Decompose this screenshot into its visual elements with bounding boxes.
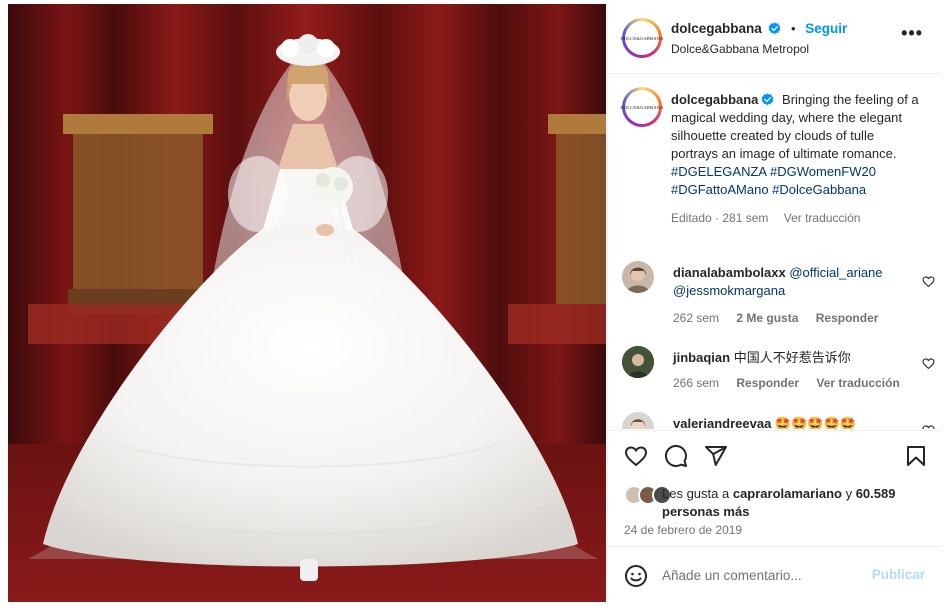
publish-button[interactable]: Publicar [872,567,925,582]
caption-meta: Editado · 281 sem Ver traducción [671,211,861,225]
caption-username[interactable]: dolcegabbana [671,92,758,107]
heart-icon[interactable] [922,424,935,429]
post-side-panel: DOLCE&GABBANA dolcegabbana • Seguir Dolc… [607,4,941,602]
account-avatar[interactable]: DOLCE&GABBANA [620,18,663,58]
share-icon[interactable] [704,444,728,468]
follow-button[interactable]: Seguir [805,21,847,36]
separator-dot: • [791,21,796,36]
likes-conj: y [845,486,853,501]
avatar-logo-text: DOLCE&GABBANA [620,21,663,55]
more-options-icon[interactable]: ••• [901,24,923,42]
emoji-icon[interactable] [624,564,648,588]
comment-username[interactable]: valeriandreevaa [673,416,771,429]
comment-body: jinbaqian 中国人不好惹告诉你 [673,349,903,367]
post-photo[interactable] [8,4,606,602]
account-username[interactable]: dolcegabbana [671,21,762,36]
translate-link[interactable]: Ver traducción [784,211,861,225]
header-line: dolcegabbana • Seguir [671,21,847,36]
comment-icon[interactable] [664,444,688,468]
edited-label: Editado [671,211,712,225]
comment-meta: 266 sem Responder Ver traducción [673,376,914,390]
instagram-post: DOLCE&GABBANA dolcegabbana • Seguir Dolc… [0,0,947,611]
post-date[interactable]: 24 de febrero de 2019 [624,523,742,537]
comment-username[interactable]: dianalabambolaxx [673,265,786,280]
post-location[interactable]: Dolce&Gabbana Metropol [671,42,809,56]
comment-likes[interactable]: 2 Me gusta [736,311,798,325]
heart-icon[interactable] [624,444,648,468]
likes-suffix[interactable]: personas más [662,504,749,519]
add-comment-bar: Publicar [608,546,941,602]
hashtag-link[interactable]: #DGFattoAMano [671,182,769,197]
avatar-logo-text: DOLCE&GABBANA [620,90,663,124]
commenter-avatar[interactable] [622,261,654,293]
hashtag-link[interactable]: #DGWomenFW20 [770,164,876,179]
comment-time[interactable]: 266 sem [673,376,719,390]
reply-button[interactable]: Responder [736,376,799,390]
comments-list[interactable]: DOLCE&GABBANA dolcegabbana Bringing the … [608,75,941,429]
comment-text: 🤩🤩🤩🤩🤩 [774,416,856,429]
post-header: DOLCE&GABBANA dolcegabbana • Seguir Dolc… [608,4,941,74]
caption-hashtags: #DGELEGANZA #DGWomenFW20 #DGFattoAMano #… [671,163,921,199]
commenter-avatar[interactable] [622,412,654,429]
hashtag-link[interactable]: #DolceGabbana [772,182,866,197]
translate-link[interactable]: Ver traducción [816,376,899,390]
comment-username[interactable]: jinbaqian [673,350,730,365]
verified-badge-icon [762,93,774,106]
likes-prefix: Les gusta a [662,486,730,501]
caption-time[interactable]: 281 sem [722,211,768,225]
comment-body: valeriandreevaa 🤩🤩🤩🤩🤩 [673,415,903,429]
bridal-gown-photo [8,4,606,602]
liker-username[interactable]: caprarolamariano [733,486,842,501]
commenter-avatar[interactable] [622,346,654,378]
post-actions: Les gusta a caprarolamariano y 60.589 pe… [608,430,941,545]
verified-badge-icon [769,22,781,35]
comment-time[interactable]: 262 sem [673,311,719,325]
hashtag-link[interactable]: #DGELEGANZA [671,164,766,179]
bookmark-icon[interactable] [904,444,928,468]
comment-body: dianalabambolaxx @official_ariane @jessm… [673,264,903,300]
comment-meta: 262 sem 2 Me gusta Responder [673,311,892,325]
caption-avatar[interactable]: DOLCE&GABBANA [620,87,663,127]
likes-count[interactable]: 60.589 [856,486,896,501]
heart-icon[interactable] [922,357,935,370]
likes-summary: Les gusta a caprarolamariano y 60.589 pe… [662,485,932,521]
heart-icon[interactable] [922,275,935,288]
caption-body: dolcegabbana Bringing the feeling of a m… [671,91,921,227]
comment-input[interactable] [662,563,872,587]
comment-text: 中国人不好惹告诉你 [733,350,851,365]
reply-button[interactable]: Responder [816,311,879,325]
